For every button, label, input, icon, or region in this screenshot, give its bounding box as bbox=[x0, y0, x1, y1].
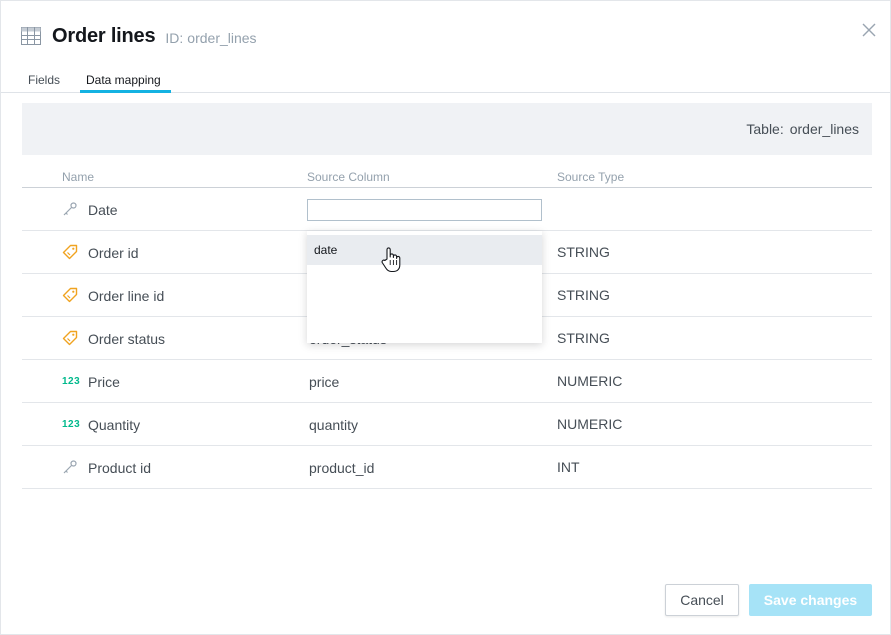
source-column-value[interactable]: price bbox=[309, 374, 339, 390]
source-column-value[interactable]: quantity bbox=[309, 417, 358, 433]
field-name: Quantity bbox=[88, 417, 141, 433]
field-name: Product id bbox=[88, 460, 152, 476]
table-row: Date bbox=[22, 188, 872, 231]
hand-cursor-icon bbox=[381, 247, 401, 273]
dialog-id-label: ID: bbox=[165, 29, 184, 46]
table-icon bbox=[21, 27, 41, 45]
field-name: Date bbox=[88, 202, 118, 218]
active-tab-indicator bbox=[80, 90, 171, 93]
source-column-dropdown: date bbox=[307, 231, 542, 343]
dialog-header: Order lines ID: order_lines bbox=[21, 23, 257, 49]
field-name: Order status bbox=[88, 331, 166, 347]
tab-data-mapping[interactable]: Data mapping bbox=[86, 73, 161, 87]
cancel-button[interactable]: Cancel bbox=[665, 584, 739, 616]
dialog-id-value: order_lines bbox=[187, 29, 257, 46]
key-icon bbox=[63, 202, 77, 216]
table-banner: Table: order_lines bbox=[22, 103, 872, 155]
source-type: STRING bbox=[557, 287, 610, 303]
source-type: STRING bbox=[557, 330, 610, 346]
source-column-input[interactable] bbox=[307, 199, 542, 221]
column-header-source-column: Source Column bbox=[307, 170, 390, 184]
close-icon[interactable] bbox=[860, 21, 878, 39]
table-info: Table: order_lines bbox=[746, 121, 859, 137]
source-type: NUMERIC bbox=[557, 373, 623, 389]
column-header-source-type: Source Type bbox=[557, 170, 625, 184]
order-lines-dialog: Order lines ID: order_lines Fields Data m… bbox=[0, 0, 891, 635]
dialog-id: ID: order_lines bbox=[165, 30, 256, 46]
tab-fields[interactable]: Fields bbox=[28, 73, 60, 87]
tag-icon bbox=[62, 330, 78, 346]
table-row: Product id product_id INT bbox=[22, 446, 872, 489]
table-row: 123 Price price NUMERIC bbox=[22, 360, 872, 403]
table-label: Table: bbox=[746, 121, 784, 137]
number-icon: 123 bbox=[62, 419, 81, 430]
key-icon bbox=[63, 460, 77, 474]
table-name: order_lines bbox=[789, 121, 859, 137]
source-column-value[interactable]: product_id bbox=[309, 460, 374, 476]
dropdown-option-date[interactable]: date bbox=[307, 235, 542, 265]
tag-icon bbox=[62, 287, 78, 303]
table-header: Name Source Column Source Type bbox=[22, 163, 872, 188]
dialog-title: Order lines bbox=[52, 24, 156, 47]
field-name: Price bbox=[88, 374, 120, 390]
field-name: Order id bbox=[88, 245, 139, 261]
field-name: Order line id bbox=[88, 288, 165, 304]
save-changes-button[interactable]: Save changes bbox=[749, 584, 872, 616]
table-row: 123 Quantity quantity NUMERIC bbox=[22, 403, 872, 446]
column-header-name: Name bbox=[62, 170, 95, 184]
source-type: STRING bbox=[557, 244, 610, 260]
source-type: NUMERIC bbox=[557, 416, 623, 432]
number-icon: 123 bbox=[62, 376, 81, 387]
source-type: INT bbox=[557, 459, 580, 475]
tag-icon bbox=[62, 244, 78, 260]
